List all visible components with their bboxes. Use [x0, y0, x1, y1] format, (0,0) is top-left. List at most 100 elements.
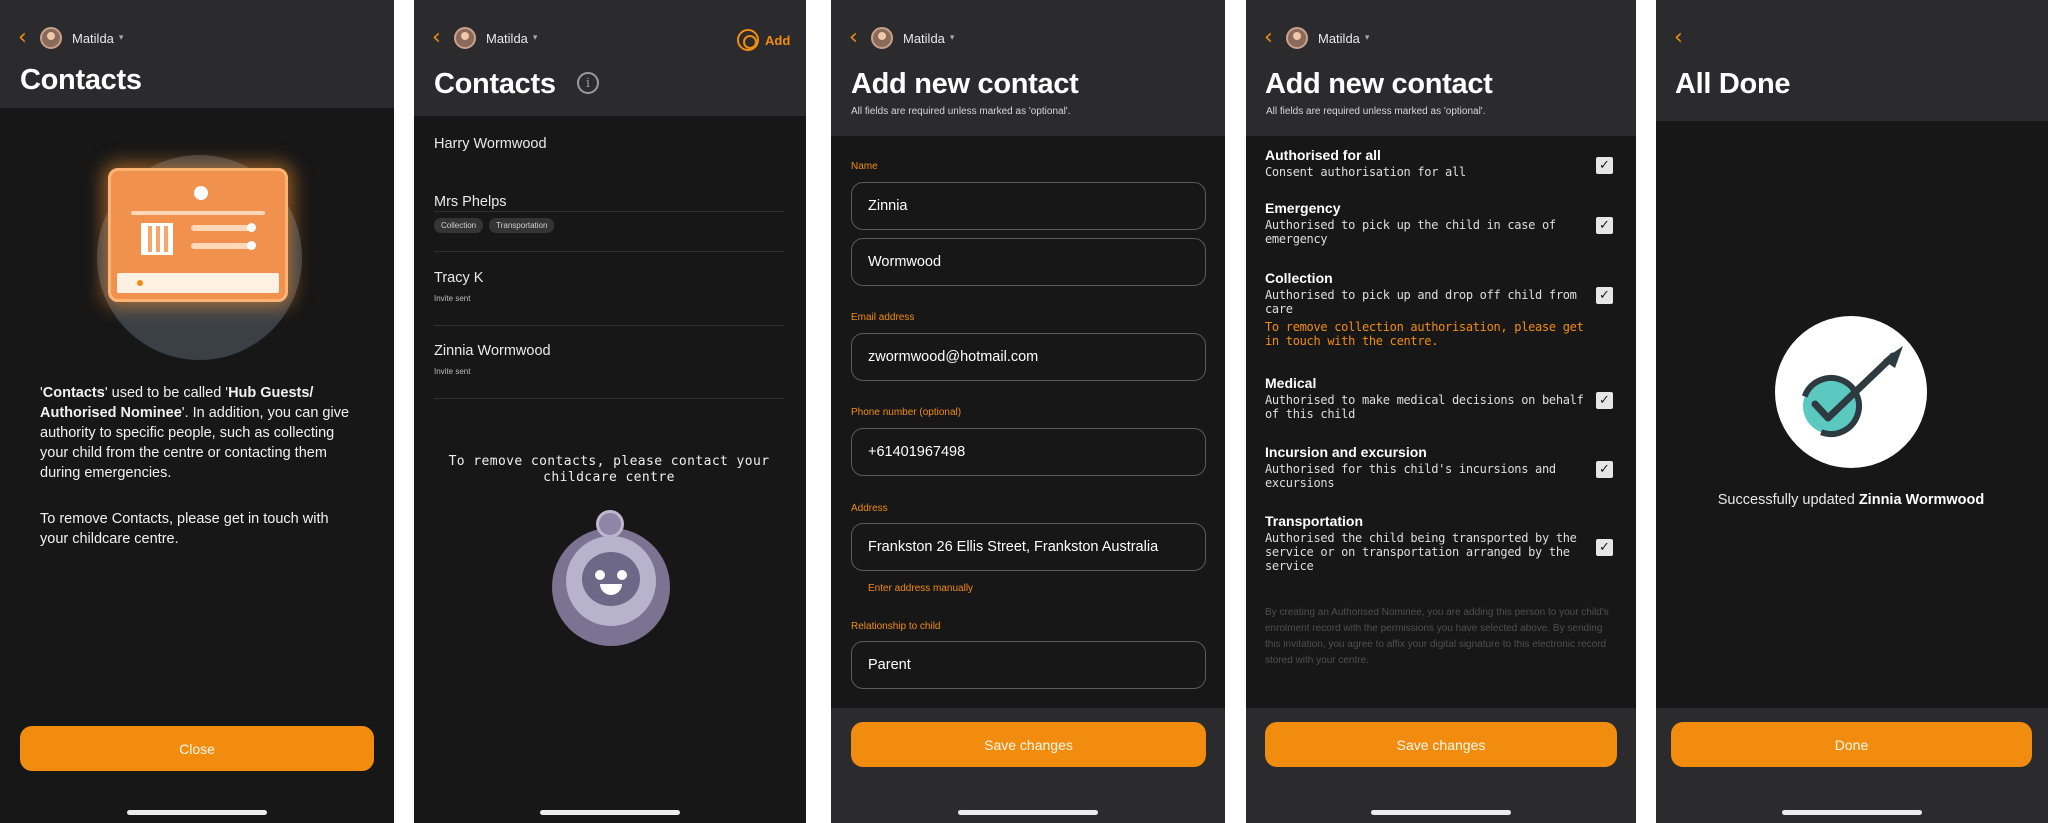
- page-subtitle: All fields are required unless marked as…: [851, 106, 1071, 117]
- home-indicator: [1371, 810, 1511, 815]
- phone-field[interactable]: +61401967498: [851, 428, 1206, 476]
- checkbox-medical[interactable]: ✓: [1596, 392, 1613, 409]
- checkbox-emergency[interactable]: ✓: [1596, 217, 1613, 234]
- home-indicator: [1782, 810, 1922, 815]
- success-badge: [1775, 316, 1927, 468]
- contact-name: Zinnia Wormwood: [434, 343, 551, 359]
- info-icon[interactable]: i: [577, 72, 599, 94]
- permission-desc: Authorised for this child's incursions a…: [1265, 462, 1556, 490]
- success-message: Successfully updated Zinnia Wormwood: [1717, 492, 1985, 508]
- add-contact-button[interactable]: Add: [737, 29, 790, 51]
- collection-warning: To remove collection authorisation, plea…: [1265, 320, 1584, 348]
- chevron-down-icon[interactable]: ▾: [119, 33, 124, 43]
- permission-desc: Authorised to make medical decisions on …: [1265, 393, 1584, 421]
- checkbox-collection[interactable]: ✓: [1596, 287, 1613, 304]
- screen-contacts-intro: ‹ Matilda ▾ Contacts 'Contacts' used to …: [0, 0, 394, 823]
- permission-title: Collection: [1265, 270, 1333, 286]
- permission-incursion-excursion: Incursion and excursion Authorised for t…: [1265, 444, 1585, 490]
- rocket-check-icon: [1800, 346, 1903, 437]
- avatar[interactable]: [1286, 27, 1308, 49]
- save-changes-button[interactable]: Save changes: [1265, 722, 1617, 767]
- add-label: Add: [765, 32, 791, 48]
- topbar: ‹ Matilda ▾: [0, 24, 394, 52]
- permission-desc: Authorised to pick up the child in case …: [1265, 218, 1556, 246]
- avatar[interactable]: [40, 27, 62, 49]
- permission-authorised-for-all: Authorised for all Consent authorisation…: [1265, 147, 1585, 179]
- add-contact-icon: [737, 29, 759, 51]
- list-item[interactable]: Zinnia Wormwood Invite sent: [434, 343, 784, 399]
- user-name[interactable]: Matilda: [903, 31, 945, 46]
- first-name-field[interactable]: Zinnia: [851, 182, 1206, 230]
- permission-collection: Collection Authorised to pick up and dro…: [1265, 270, 1585, 348]
- topbar: ‹ Matilda ▾: [831, 24, 1225, 52]
- contact-name: Mrs Phelps: [434, 194, 507, 210]
- close-button[interactable]: Close: [20, 726, 374, 771]
- page-title: Contacts: [20, 64, 142, 96]
- user-name[interactable]: Matilda: [1318, 31, 1360, 46]
- relationship-label: Relationship to child: [851, 621, 941, 632]
- email-label: Email address: [851, 312, 915, 323]
- save-changes-button[interactable]: Save changes: [851, 722, 1206, 767]
- back-icon[interactable]: ‹: [18, 27, 36, 49]
- contact-name: Harry Wormwood: [434, 136, 547, 152]
- home-indicator: [540, 810, 680, 815]
- contact-card-illustration: [108, 168, 288, 302]
- home-indicator: [127, 810, 267, 815]
- header: [1656, 0, 2048, 121]
- back-icon[interactable]: ‹: [849, 27, 867, 49]
- enter-address-manually-link[interactable]: Enter address manually: [868, 583, 973, 594]
- permission-desc: Authorised to pick up and drop off child…: [1265, 288, 1577, 316]
- topbar: ‹: [1656, 24, 2048, 52]
- relationship-field[interactable]: Parent: [851, 641, 1206, 689]
- permission-transportation: Transportation Authorised the child bein…: [1265, 513, 1585, 573]
- chevron-down-icon[interactable]: ▾: [533, 33, 538, 43]
- screen-contacts-list: [414, 0, 806, 823]
- list-item[interactable]: Mrs Phelps Collection Transportation: [434, 194, 784, 252]
- page-title: Add new contact: [851, 68, 1079, 100]
- back-icon[interactable]: ‹: [432, 27, 450, 49]
- tag-collection: Collection: [434, 218, 484, 233]
- chevron-down-icon[interactable]: ▾: [1365, 33, 1370, 43]
- permission-medical: Medical Authorised to make medical decis…: [1265, 375, 1585, 421]
- checkbox-transportation[interactable]: ✓: [1596, 539, 1613, 556]
- remove-info-text: To remove Contacts, please get in touch …: [40, 511, 329, 547]
- page-subtitle: All fields are required unless marked as…: [1266, 106, 1486, 117]
- user-name[interactable]: Matilda: [72, 31, 114, 46]
- checkbox-authorised-for-all[interactable]: ✓: [1596, 157, 1613, 174]
- topbar: ‹ Matilda ▾: [1246, 24, 1636, 52]
- email-field[interactable]: zwormwood@hotmail.com: [851, 333, 1206, 381]
- page-title: Contacts: [434, 68, 556, 100]
- disclaimer-text: By creating an Authorised Nominee, you a…: [1265, 607, 1609, 666]
- user-name[interactable]: Matilda: [486, 31, 528, 46]
- avatar[interactable]: [454, 27, 476, 49]
- permission-desc: Authorised the child being transported b…: [1265, 531, 1577, 573]
- name-label: Name: [851, 161, 878, 172]
- phone-label: Phone number (optional): [851, 407, 962, 418]
- page-title: All Done: [1675, 68, 1791, 100]
- permission-emergency: Emergency Authorised to pick up the chil…: [1265, 200, 1585, 246]
- permission-title: Transportation: [1265, 513, 1364, 529]
- description-text: 'Contacts' used to be called 'Hub Guests…: [40, 385, 350, 481]
- remove-contacts-note: To remove contacts, please contact your …: [448, 454, 770, 485]
- address-label: Address: [851, 503, 888, 514]
- home-indicator: [958, 810, 1098, 815]
- permission-title: Medical: [1265, 375, 1317, 391]
- back-icon[interactable]: ‹: [1264, 27, 1282, 49]
- address-field[interactable]: Frankston 26 Ellis Street, Frankston Aus…: [851, 523, 1206, 571]
- tag-transportation: Transportation: [489, 218, 555, 233]
- checkbox-incursion-excursion[interactable]: ✓: [1596, 461, 1613, 478]
- permission-title: Authorised for all: [1265, 147, 1381, 163]
- contact-name: Tracy K: [434, 270, 484, 286]
- done-button[interactable]: Done: [1671, 722, 2032, 767]
- invite-status: Invite sent: [434, 294, 471, 303]
- avatar[interactable]: [871, 27, 893, 49]
- invite-status: Invite sent: [434, 367, 471, 376]
- list-item[interactable]: Tracy K Invite sent: [434, 270, 784, 326]
- last-name-field[interactable]: Wormwood: [851, 238, 1206, 286]
- page-title: Add new contact: [1265, 68, 1493, 100]
- permission-title: Emergency: [1265, 200, 1341, 216]
- back-icon[interactable]: ‹: [1674, 27, 1692, 49]
- chevron-down-icon[interactable]: ▾: [950, 33, 955, 43]
- contact-tags: Collection Transportation: [434, 218, 784, 233]
- permission-title: Incursion and excursion: [1265, 444, 1427, 460]
